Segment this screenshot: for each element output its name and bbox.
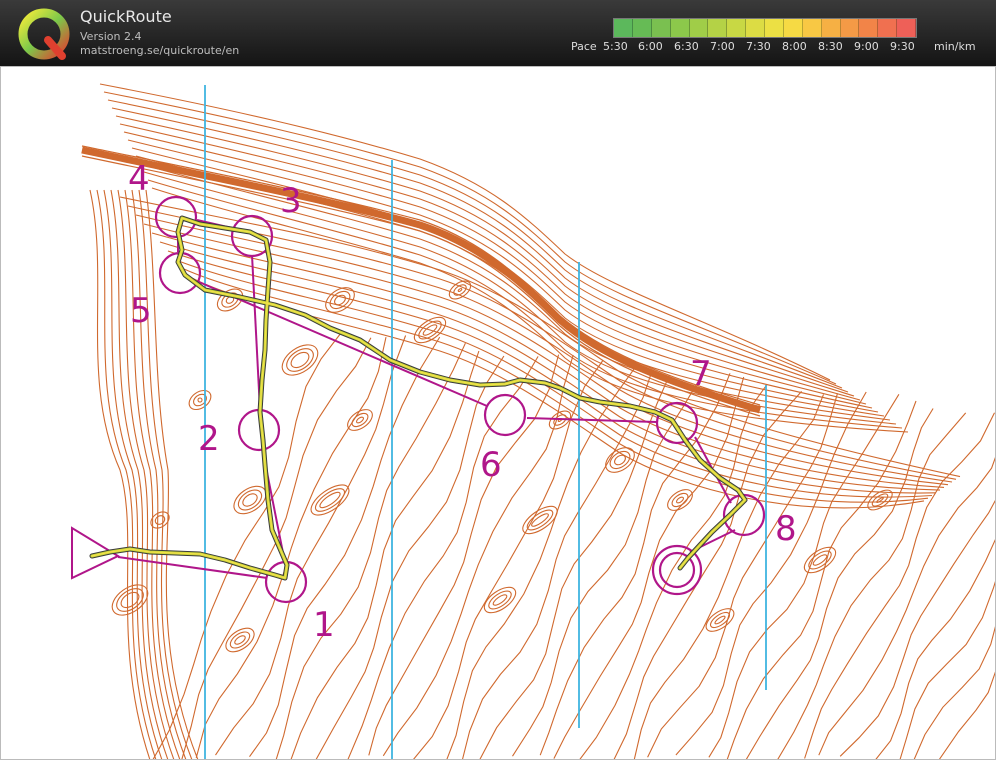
control-number-label: 1: [313, 605, 335, 645]
pace-color-scale: [613, 18, 917, 38]
pace-color-swatch: [746, 19, 765, 37]
pace-color-swatch: [727, 19, 747, 37]
pace-color-swatch: [840, 19, 860, 37]
control-number-label: 4: [128, 159, 150, 199]
pace-color-swatch: [614, 19, 633, 37]
pace-color-swatch: [689, 19, 709, 37]
pace-color-swatch: [651, 19, 671, 37]
control-number-label: 2: [198, 419, 220, 459]
orienteering-map[interactable]: 1 2 3 4 5 6 7 8: [0, 66, 996, 760]
pace-tick-label: 7:30: [746, 40, 771, 53]
control-number-label: 3: [280, 181, 302, 221]
pace-color-swatch: [632, 19, 652, 37]
pace-tick-label: 9:30: [890, 40, 915, 53]
pace-color-swatch: [670, 19, 690, 37]
pace-color-swatch: [859, 19, 879, 37]
control-number-label: 6: [480, 445, 502, 485]
pace-tick-label: 9:00: [854, 40, 879, 53]
control-circle[interactable]: [483, 393, 527, 437]
pace-color-swatch: [878, 19, 898, 37]
pace-tick-label: 5:30: [603, 40, 628, 53]
pace-color-swatch: [765, 19, 784, 37]
pace-color-swatch: [802, 19, 822, 37]
app-url[interactable]: matstroeng.se/quickroute/en: [80, 44, 239, 57]
control-circles: [154, 195, 766, 604]
app-title: QuickRoute: [80, 7, 172, 26]
pace-tick-label: 8:30: [818, 40, 843, 53]
pace-tick-label: 8:00: [782, 40, 807, 53]
main-track: [81, 145, 762, 417]
app-header: QuickRoute Version 2.4 matstroeng.se/qui…: [0, 0, 996, 66]
pace-tick-label: 6:30: [674, 40, 699, 53]
pace-color-swatch: [897, 19, 916, 37]
pace-color-swatch: [708, 19, 728, 37]
control-number-label: 5: [130, 291, 152, 331]
control-circle[interactable]: [655, 401, 699, 445]
pace-color-swatch: [783, 19, 803, 37]
pace-unit: min/km: [934, 40, 976, 53]
quickroute-logo-icon: [18, 8, 70, 60]
control-number-label: 8: [775, 509, 797, 549]
pace-label: Pace: [571, 40, 597, 53]
app-version: Version 2.4: [80, 30, 142, 43]
pace-color-swatch: [821, 19, 841, 37]
control-number-label: 7: [690, 354, 712, 394]
pace-tick-label: 7:00: [710, 40, 735, 53]
pace-tick-label: 6:00: [638, 40, 663, 53]
